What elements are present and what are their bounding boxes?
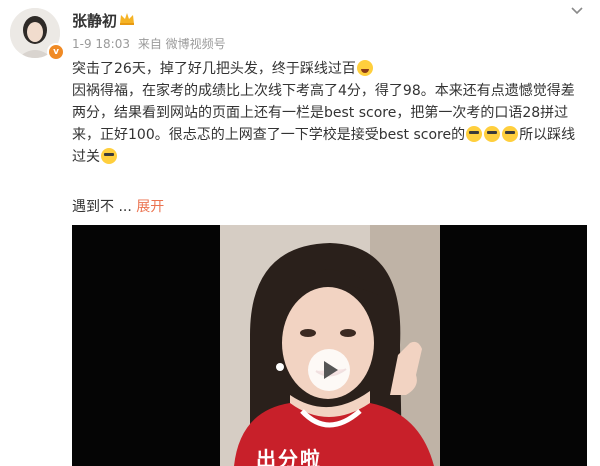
video-thumbnail [220, 225, 440, 466]
cool-emoji-icon [484, 126, 501, 142]
author-name[interactable]: 张静初 [72, 10, 117, 31]
content-text: 过关 [72, 149, 100, 165]
content-line: 两分，结果看到网站的页面上还有一栏是best score，把第一次考的口语28拼… [72, 102, 594, 124]
post-content: 突击了26天，掉了好几把头发，终于踩线过百 因祸得福，在家考的成绩比上次线下考高… [72, 58, 594, 168]
content-text: 突击了26天，掉了好几把头发，终于踩线过百 [72, 61, 356, 77]
expand-link[interactable]: 展开 [136, 199, 164, 215]
chevron-down-icon[interactable] [566, 0, 588, 22]
play-icon[interactable] [308, 349, 350, 391]
cool-emoji-icon [502, 126, 519, 142]
content-line: 突击了26天，掉了好几把头发，终于踩线过百 [72, 58, 594, 80]
expand-row: 遇到不 ... 展开 [72, 196, 164, 216]
post-source: 来自 微博视频号 [137, 37, 226, 51]
truncated-text: 遇到不 [72, 199, 114, 215]
post-meta: 1-9 18:03 来自 微博视频号 [72, 35, 230, 52]
video-player[interactable]: 出分啦 [72, 225, 587, 466]
content-text: 来，正好100。很忐忑的上网查了一下学校是接受best score的 [72, 127, 466, 143]
video-frame: 出分啦 [220, 225, 440, 466]
verified-v-icon: v [47, 43, 65, 61]
shirt-text: 出分啦 [256, 447, 322, 466]
content-text: 所以踩线 [519, 127, 576, 143]
post-time[interactable]: 1-9 18:03 [72, 37, 130, 51]
content-line: 来，正好100。很忐忑的上网查了一下学校是接受best score的 所以踩线 [72, 124, 594, 146]
content-text: 两分，结果看到网站的页面上还有一栏是best score，把第一次考的口语28拼… [72, 105, 569, 121]
content-line: 过关 [72, 146, 594, 168]
content-line: 因祸得福，在家考的成绩比上次线下考高了4分，得了98。本来还有点遗憾觉得差 [72, 80, 594, 102]
ellipsis: ... [118, 199, 132, 215]
laugh-icon [356, 60, 373, 76]
content-text: 因祸得福，在家考的成绩比上次线下考高了4分，得了98。本来还有点遗憾觉得差 [72, 83, 575, 99]
cool-emoji-icon [466, 126, 483, 142]
cool-emoji-icon [101, 148, 117, 164]
crown-icon [120, 13, 134, 25]
